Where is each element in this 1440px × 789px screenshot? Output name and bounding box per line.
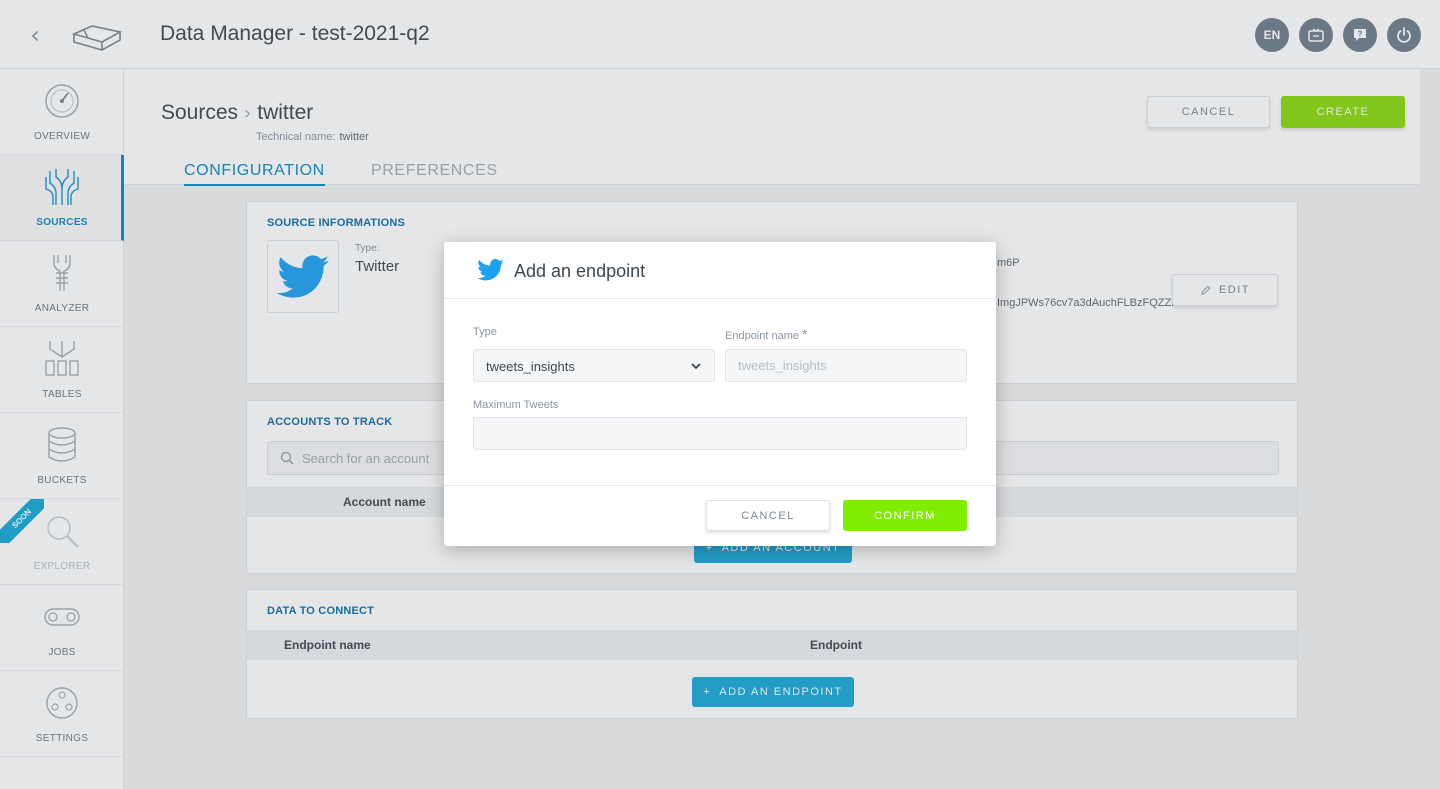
add-endpoint-dialog: Add an endpoint Type tweets_insights End…	[444, 242, 996, 546]
dialog-cancel-button[interactable]: CANCEL	[706, 500, 830, 531]
type-select[interactable]: tweets_insights	[473, 349, 715, 382]
endpoint-name-label: Endpoint name *	[725, 326, 808, 342]
chevron-down-icon	[691, 363, 701, 370]
required-mark: *	[802, 326, 808, 342]
maximum-tweets-label: Maximum Tweets	[473, 399, 559, 411]
twitter-icon	[477, 259, 504, 281]
type-field-label: Type	[473, 326, 497, 338]
endpoint-name-input[interactable]	[725, 349, 967, 382]
dialog-title: Add an endpoint	[514, 261, 646, 281]
dialog-header: Add an endpoint	[444, 242, 996, 299]
confirm-button[interactable]: CONFIRM	[843, 500, 967, 531]
dialog-divider	[444, 485, 996, 486]
maximum-tweets-input[interactable]	[473, 417, 967, 450]
